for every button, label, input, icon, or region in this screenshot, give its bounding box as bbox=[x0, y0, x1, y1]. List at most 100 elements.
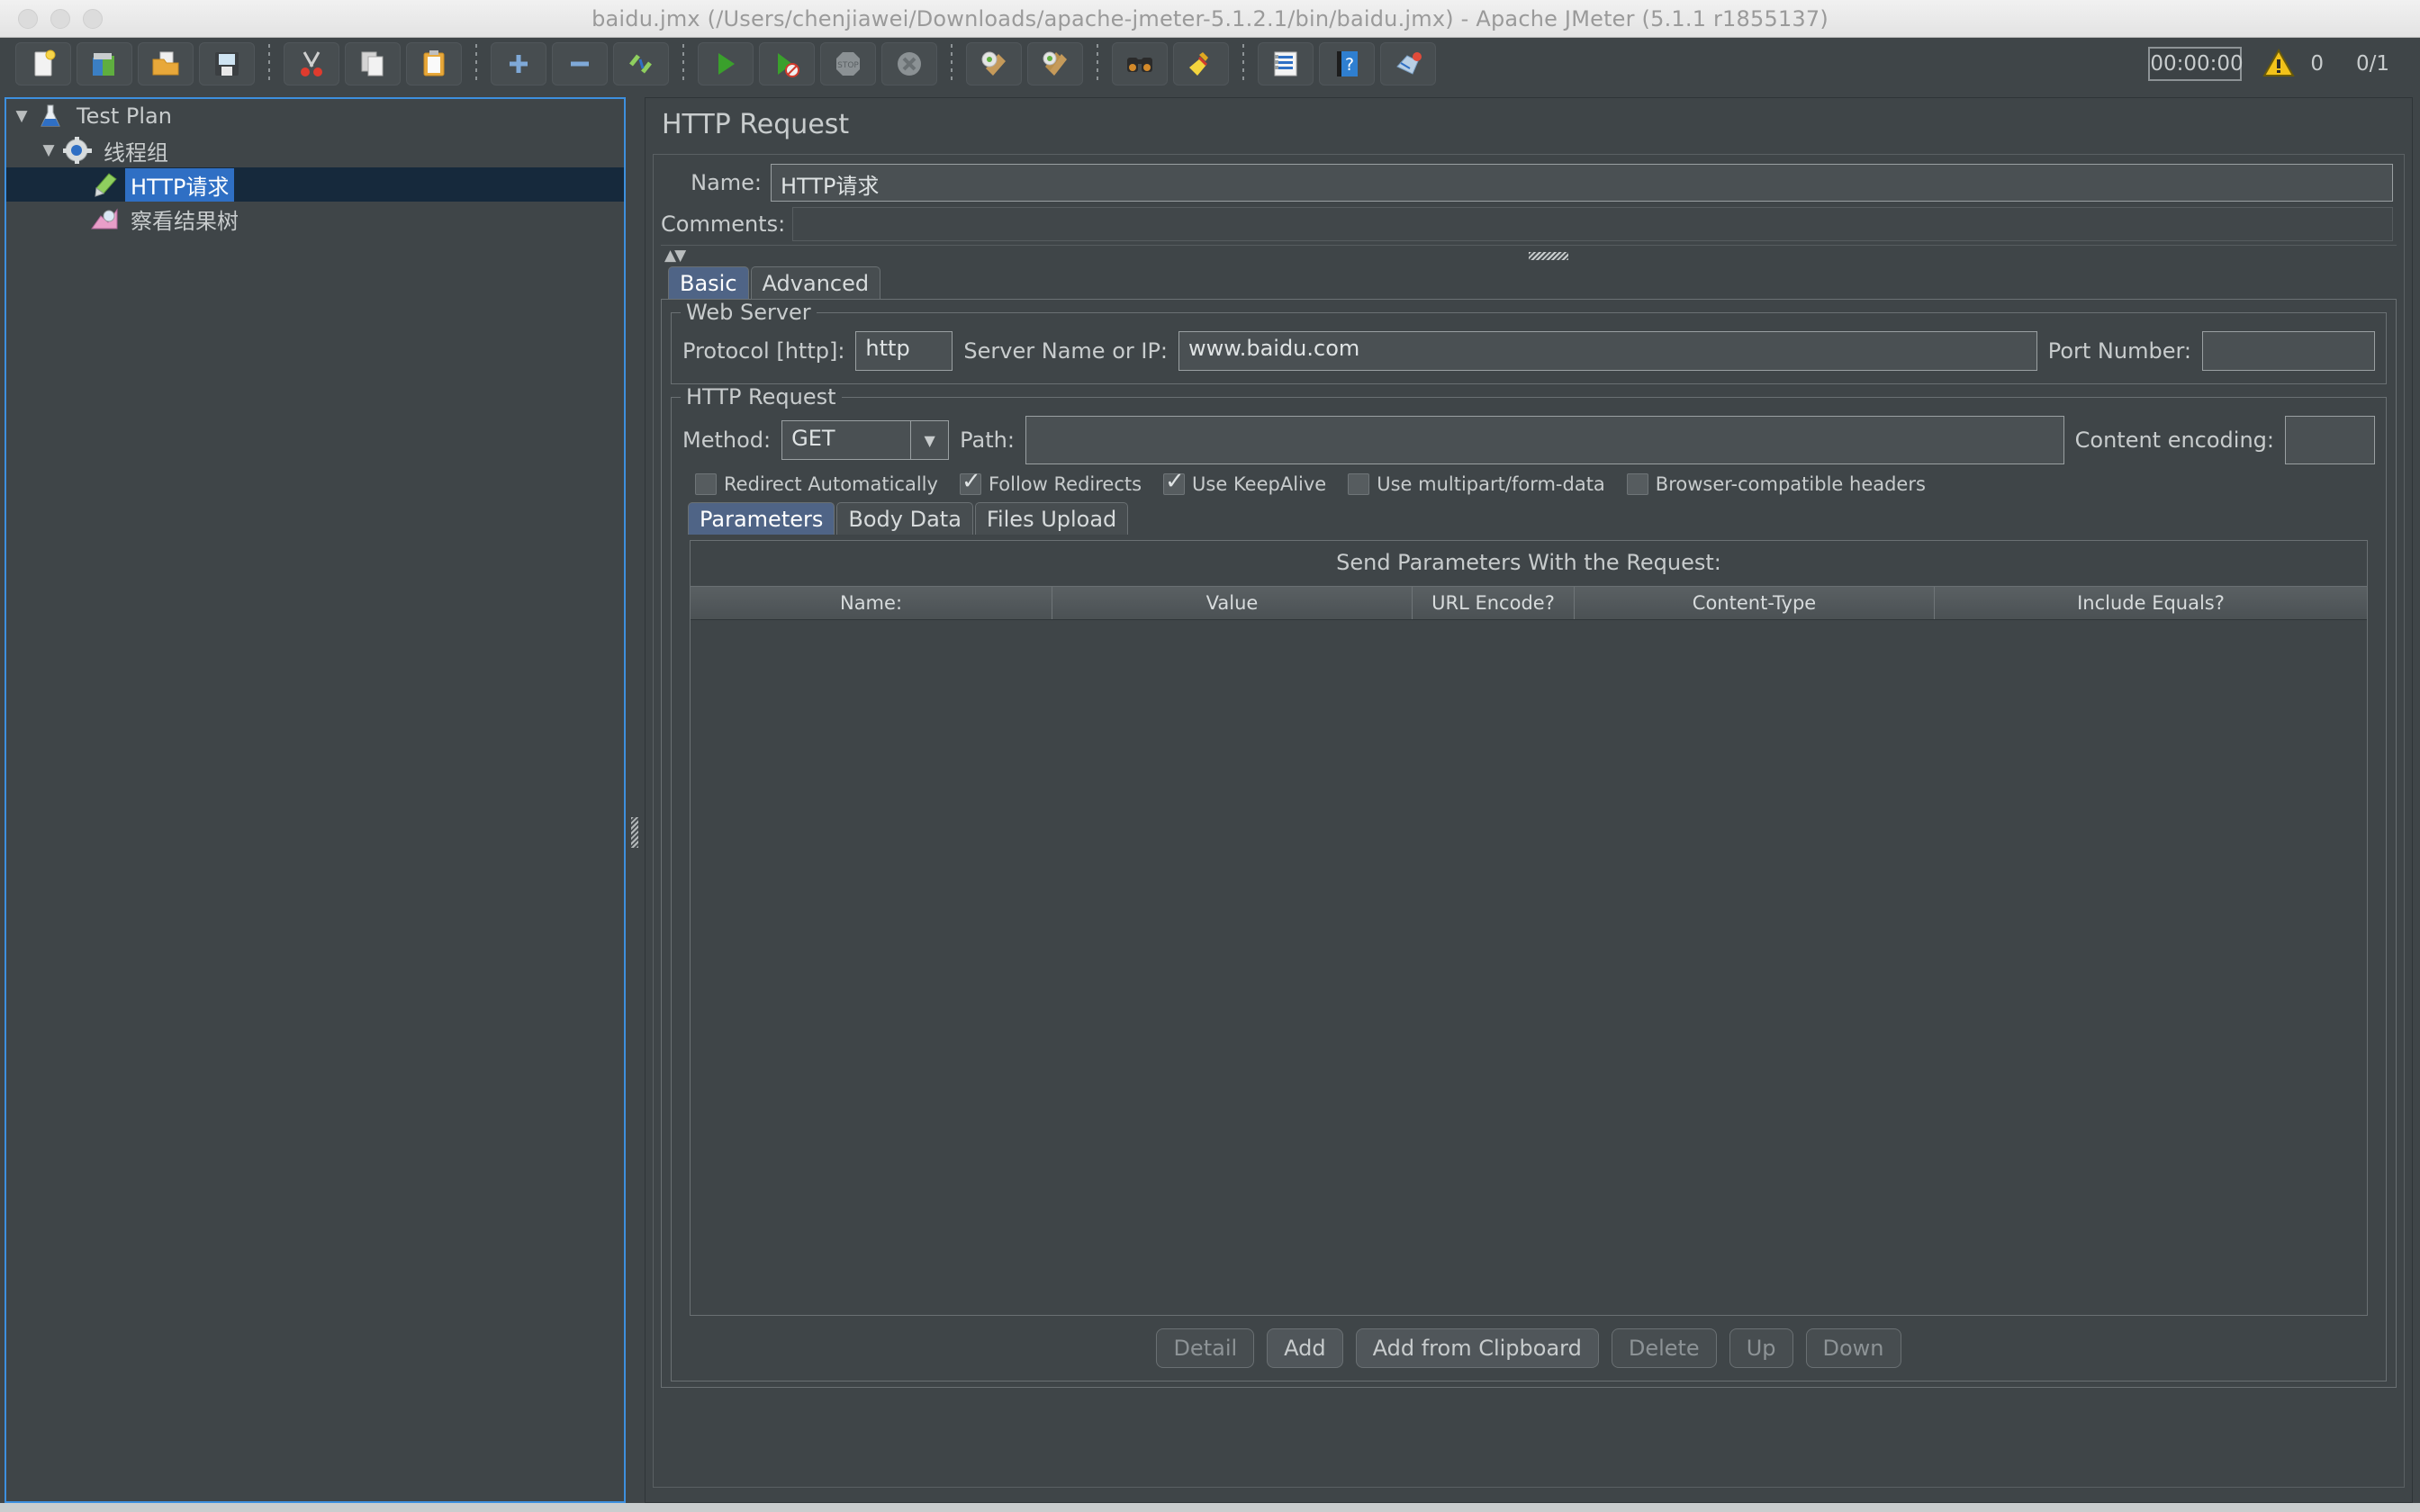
page-title: HTTP Request bbox=[662, 109, 850, 140]
name-label: Name: bbox=[691, 170, 762, 195]
tree-node-thread-group[interactable]: ▼ 线程组 bbox=[6, 133, 624, 167]
path-input[interactable] bbox=[1025, 416, 2064, 464]
clear-all-button[interactable] bbox=[1027, 42, 1083, 86]
save-button[interactable] bbox=[199, 42, 255, 86]
warning-icon[interactable] bbox=[2262, 47, 2296, 81]
checkbox-box[interactable] bbox=[695, 473, 717, 495]
tree-node-label: 察看结果树 bbox=[131, 208, 239, 234]
copy-button[interactable] bbox=[345, 42, 401, 86]
paste-button[interactable] bbox=[406, 42, 462, 86]
resize-grip[interactable] bbox=[1529, 252, 1568, 260]
params-tabstrip[interactable]: Parameters Body Data Files Upload bbox=[682, 500, 2375, 535]
elapsed-timer: 00:00:00 bbox=[2148, 47, 2244, 81]
collapse-all-button[interactable] bbox=[552, 42, 608, 86]
protocol-input[interactable]: http bbox=[855, 331, 953, 371]
column-header-value[interactable]: Value bbox=[1052, 587, 1413, 619]
down-button[interactable]: Down bbox=[1805, 1328, 1901, 1368]
basic-tab-panel: Web Server Protocol [http]: http Server … bbox=[661, 299, 2397, 1388]
checkbox-box[interactable] bbox=[1626, 473, 1648, 495]
checkbox-follow-redirects[interactable]: Follow Redirects bbox=[959, 468, 1142, 495]
shutdown-button[interactable] bbox=[881, 42, 937, 86]
tab-parameters[interactable]: Parameters bbox=[688, 502, 835, 535]
add-from-clipboard-button[interactable]: Add from Clipboard bbox=[1355, 1328, 1599, 1368]
parameters-table-body[interactable] bbox=[691, 620, 2367, 1315]
test-plan-tree[interactable]: ▼ Test Plan ▼ 线程组 HTTP请求 察看结果树 bbox=[5, 97, 626, 1503]
reset-search-icon bbox=[1186, 49, 1216, 79]
undo-icon bbox=[1393, 49, 1423, 79]
pane-splitter[interactable] bbox=[628, 97, 642, 1503]
delete-button[interactable]: Delete bbox=[1611, 1328, 1717, 1368]
chevron-down-icon[interactable]: ▼ bbox=[39, 141, 59, 159]
chevron-down-icon[interactable]: ▼ bbox=[12, 107, 32, 125]
templates-button[interactable] bbox=[77, 42, 132, 86]
http-request-group: HTTP Request Method: GET ▼ Path: Content… bbox=[671, 384, 2387, 1382]
editor-body: Name: HTTP请求 Comments: ▲▼ Basic Advanced… bbox=[653, 154, 2405, 1488]
checkbox-label: Follow Redirects bbox=[988, 473, 1142, 495]
tree-node-test-plan[interactable]: ▼ Test Plan bbox=[6, 99, 624, 133]
collapse-all-icon bbox=[564, 49, 595, 79]
toolbar-separator bbox=[951, 44, 953, 84]
clear-button[interactable] bbox=[966, 42, 1022, 86]
search-icon bbox=[1124, 49, 1155, 79]
collapse-bar[interactable]: ▲▼ bbox=[661, 245, 2397, 265]
stop-button[interactable]: STOP bbox=[820, 42, 876, 86]
collapse-arrows-icon[interactable]: ▲▼ bbox=[664, 247, 686, 265]
paste-icon bbox=[419, 49, 449, 79]
clear-icon bbox=[979, 49, 1009, 79]
undo-button[interactable] bbox=[1380, 42, 1436, 86]
port-input[interactable] bbox=[2202, 331, 2375, 371]
tree-node-http-request[interactable]: HTTP请求 bbox=[6, 167, 624, 202]
checkbox-label: Browser-compatible headers bbox=[1655, 473, 1926, 495]
method-label: Method: bbox=[682, 428, 772, 453]
new-button[interactable] bbox=[15, 42, 71, 86]
method-select[interactable]: GET ▼ bbox=[781, 420, 950, 460]
tab-files-upload[interactable]: Files Upload bbox=[974, 502, 1129, 535]
comments-row: Comments: bbox=[654, 205, 2404, 245]
column-header-url-encode[interactable]: URL Encode? bbox=[1413, 587, 1575, 619]
templates-icon bbox=[89, 49, 120, 79]
config-tabstrip[interactable]: Basic Advanced bbox=[654, 265, 2404, 299]
tab-advanced[interactable]: Advanced bbox=[750, 266, 881, 299]
toggle-button[interactable] bbox=[613, 42, 669, 86]
server-name-input[interactable]: www.baidu.com bbox=[1178, 331, 2037, 371]
search-button[interactable] bbox=[1112, 42, 1168, 86]
expand-all-icon bbox=[503, 49, 534, 79]
name-input[interactable]: HTTP请求 bbox=[771, 164, 2393, 202]
column-header-name[interactable]: Name: bbox=[691, 587, 1052, 619]
detail-button[interactable]: Detail bbox=[1156, 1328, 1255, 1368]
tree-node-view-results-tree[interactable]: 察看结果树 bbox=[6, 202, 624, 236]
comments-input[interactable] bbox=[792, 207, 2393, 241]
column-header-include-equals[interactable]: Include Equals? bbox=[1935, 587, 2367, 619]
open-button[interactable] bbox=[138, 42, 194, 86]
checkbox-box[interactable] bbox=[959, 468, 981, 495]
reset-search-button[interactable] bbox=[1173, 42, 1229, 86]
start-button[interactable] bbox=[698, 42, 754, 86]
open-icon bbox=[150, 49, 181, 79]
help-icon: ? bbox=[1332, 49, 1362, 79]
expand-all-button[interactable] bbox=[491, 42, 546, 86]
thread-group-icon bbox=[62, 137, 93, 164]
web-server-group: Web Server Protocol [http]: http Server … bbox=[671, 300, 2387, 384]
checkbox-use-keepalive[interactable]: Use KeepAlive bbox=[1163, 468, 1326, 495]
tab-body-data[interactable]: Body Data bbox=[836, 502, 973, 535]
checkbox-box[interactable] bbox=[1348, 473, 1370, 495]
start-no-pauses-button[interactable] bbox=[759, 42, 815, 86]
add-button[interactable]: Add bbox=[1267, 1328, 1343, 1368]
checkbox-browser-compatible-headers[interactable]: Browser-compatible headers bbox=[1626, 473, 1926, 495]
main-toolbar: STOP ? 00:00:00 0 0/1 bbox=[0, 38, 2420, 90]
send-parameters-caption: Send Parameters With the Request: bbox=[1336, 550, 1721, 575]
tab-basic[interactable]: Basic bbox=[668, 266, 749, 299]
chevron-down-icon[interactable]: ▼ bbox=[910, 421, 948, 459]
cut-button[interactable] bbox=[284, 42, 339, 86]
splitter-grip[interactable] bbox=[631, 817, 638, 848]
content-encoding-input[interactable] bbox=[2285, 416, 2375, 464]
checkbox-box[interactable] bbox=[1163, 468, 1186, 495]
up-button[interactable]: Up bbox=[1729, 1328, 1793, 1368]
function-helper-icon bbox=[1270, 49, 1301, 79]
function-helper-button[interactable] bbox=[1258, 42, 1314, 86]
checkbox-use-multipart-form-data[interactable]: Use multipart/form-data bbox=[1348, 473, 1605, 495]
checkbox-redirect-automatically[interactable]: Redirect Automatically bbox=[695, 473, 938, 495]
help-button[interactable]: ? bbox=[1319, 42, 1375, 86]
column-header-content-type[interactable]: Content-Type bbox=[1575, 587, 1935, 619]
path-label: Path: bbox=[960, 428, 1015, 453]
